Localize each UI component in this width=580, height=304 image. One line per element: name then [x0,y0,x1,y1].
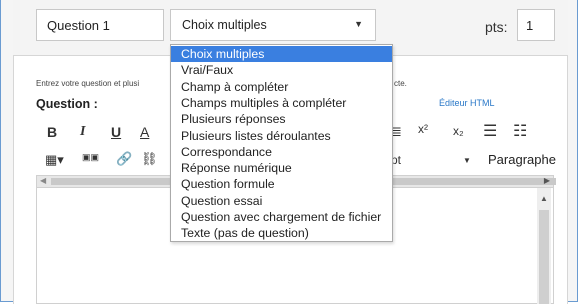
bold-button[interactable]: B [47,124,57,140]
dropdown-option[interactable]: Correspondance [171,144,392,160]
scroll-right-icon[interactable]: ▶ [544,176,550,185]
question-label: Question : [36,97,98,111]
question-type-dropdown[interactable]: Choix multiples Vrai/Faux Champ à compléte… [170,44,393,242]
dropdown-option[interactable]: Choix multiples [171,46,392,62]
dropdown-option[interactable]: Réponse numérique [171,160,392,176]
superscript-button[interactable]: x² [418,122,428,136]
link-icon[interactable]: 🔗 [116,151,132,167]
dropdown-option[interactable]: Champ à compléter [171,79,392,95]
text-color-button[interactable]: A [140,124,149,140]
media-icon[interactable]: ▣▣ [82,152,99,163]
dropdown-option[interactable]: Question formule [171,176,392,192]
question-type-value: Choix multiples [182,18,267,32]
question-type-select[interactable]: Choix multiples ▼ [170,9,376,41]
dropdown-option[interactable]: Plusieurs listes déroulantes [171,128,392,144]
dropdown-option[interactable]: Champs multiples à compléter [171,95,392,111]
paragraph-format-select[interactable]: Paragraphe [488,152,556,167]
scrollbar-thumb[interactable] [539,210,549,304]
instructions-text: Entrez votre question et plusi [36,79,140,88]
table-icon[interactable]: ▦▾ [45,152,64,168]
scroll-up-icon[interactable]: ▲ [540,194,548,203]
points-input[interactable]: 1 [517,9,555,41]
vertical-scrollbar[interactable]: ▲ [537,188,551,304]
instructions-text-tail: cte. [394,79,407,88]
bullet-list-icon[interactable]: ☰ [483,121,497,141]
dropdown-option[interactable]: Plusieurs réponses [171,111,392,127]
chevron-down-icon[interactable]: ▼ [463,156,471,165]
question-name-input[interactable]: Question 1 [36,9,164,41]
dropdown-option[interactable]: Question essai [171,193,392,209]
dropdown-option[interactable]: Vrai/Faux [171,62,392,78]
subscript-button[interactable]: x₂ [453,124,464,138]
dropdown-option[interactable]: Question avec chargement de fichier [171,209,392,225]
dropdown-arrow-icon: ▼ [354,19,363,29]
numbered-list-icon[interactable]: ☷ [513,121,527,141]
italic-button[interactable]: I [80,124,85,140]
html-editor-link[interactable]: Éditeur HTML [439,98,495,108]
dropdown-option[interactable]: Texte (pas de question) [171,225,392,241]
unlink-icon[interactable]: ⛓ [141,151,158,167]
underline-button[interactable]: U [111,124,121,140]
scroll-left-icon[interactable]: ◀ [40,176,46,185]
points-label: pts: [485,19,508,35]
